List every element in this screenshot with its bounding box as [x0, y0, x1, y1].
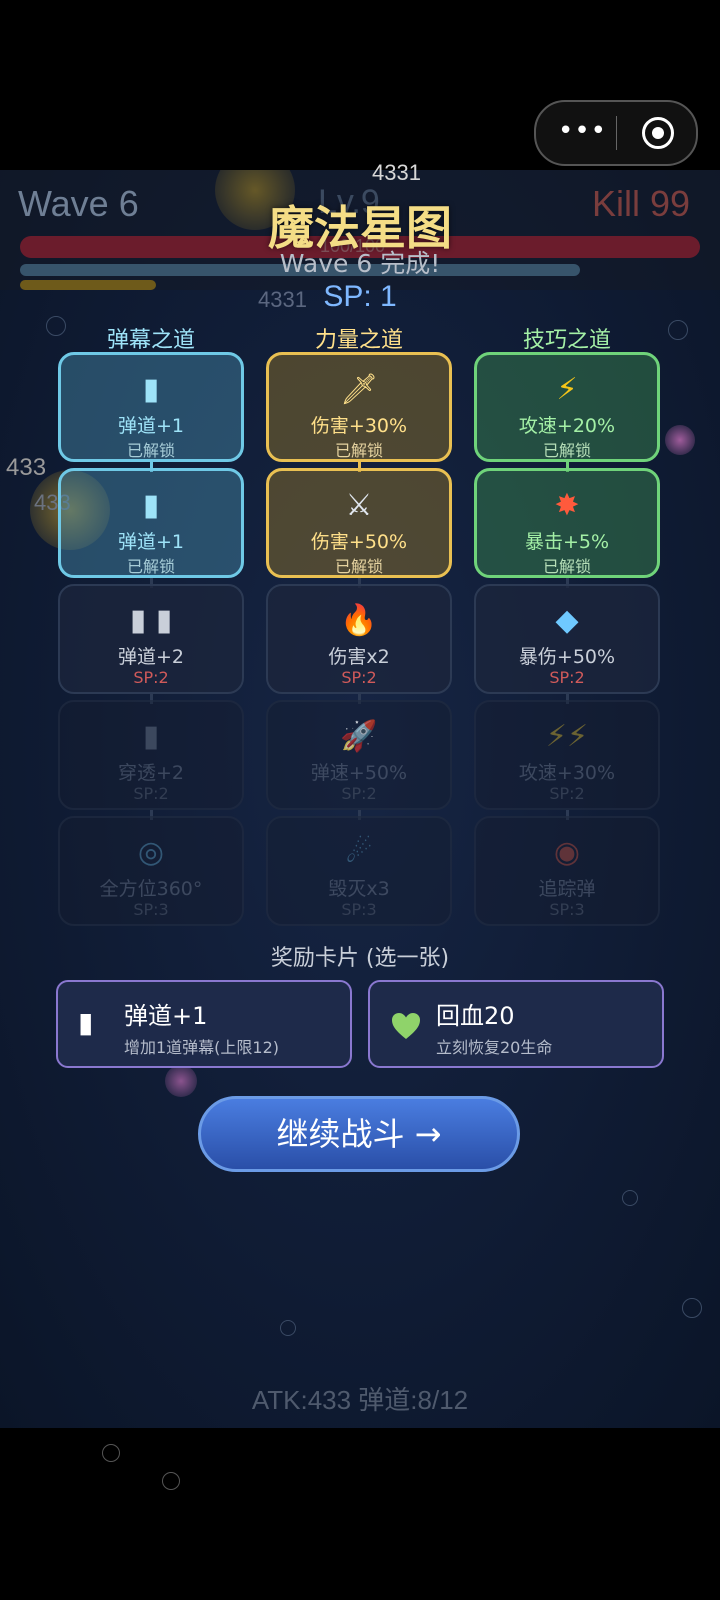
- more-icon[interactable]: •••: [558, 116, 607, 146]
- skill-cost: SP:3: [341, 900, 377, 919]
- skill-cost: SP:2: [341, 784, 377, 803]
- skill-card-skill-5: ◉ 追踪弹 SP:3: [474, 816, 660, 926]
- skill-name: 弹道+1: [117, 415, 184, 437]
- crossed-swords-icon: ⚔: [345, 488, 373, 523]
- background-ring: [682, 1298, 702, 1318]
- skill-cost: SP:2: [341, 668, 377, 687]
- skill-name: 弹道+2: [117, 646, 184, 668]
- skill-status: 已解锁: [334, 441, 383, 460]
- double-bullet-icon: ▮ ▮: [129, 603, 173, 638]
- skill-card-barrage-5: ◎ 全方位360° SP:3: [58, 816, 244, 926]
- skill-card-power-4: 🚀 弹速+50% SP:2: [266, 700, 452, 810]
- reward-card-heal[interactable]: 回血20 立刻恢复20生命: [368, 980, 664, 1068]
- skill-card-power-2[interactable]: ⚔ 伤害+50% 已解锁: [266, 468, 452, 578]
- reward-title: 弹道+1: [124, 1002, 208, 1030]
- skill-name: 毁灭x3: [328, 878, 390, 900]
- damage-number: 4331: [372, 160, 421, 185]
- background-ring: [162, 1472, 180, 1490]
- skill-name: 穿透+2: [117, 762, 184, 784]
- lightning-icon: ⚡: [556, 372, 578, 407]
- skill-cost: SP:2: [549, 784, 585, 803]
- cyclone-icon: ◎: [137, 835, 165, 870]
- background-ring: [280, 1320, 296, 1336]
- skill-name: 弹道+1: [117, 531, 184, 553]
- skill-name: 全方位360°: [99, 878, 203, 900]
- comet-icon: ☄: [345, 835, 373, 870]
- skill-name: 攻速+20%: [518, 415, 616, 437]
- background-ring: [622, 1190, 638, 1206]
- dagger-icon: 🗡: [339, 372, 379, 407]
- skill-cost: SP:3: [549, 900, 585, 919]
- skill-status: 已解锁: [334, 557, 383, 576]
- collision-icon: ✸: [554, 488, 580, 523]
- double-lightning-icon: ⚡⚡: [545, 719, 589, 754]
- skill-name: 暴伤+50%: [518, 646, 616, 668]
- reward-description: 立刻恢复20生命: [436, 1038, 553, 1057]
- background-ring: [102, 1444, 120, 1462]
- background-orb: [165, 1065, 197, 1097]
- damage-number: 433: [6, 454, 47, 481]
- column-header-power: 力量之道: [314, 328, 403, 353]
- diamond-icon: ◆: [555, 603, 579, 638]
- skill-card-barrage-1[interactable]: ▮ 弹道+1 已解锁: [58, 352, 244, 462]
- skill-name: 弹速+50%: [310, 762, 408, 784]
- skill-cost: SP:2: [133, 784, 169, 803]
- continue-battle-button[interactable]: 继续战斗 →: [198, 1096, 520, 1172]
- close-target-icon[interactable]: [642, 117, 674, 149]
- bullet-icon: ▮: [142, 372, 160, 407]
- skill-card-barrage-2[interactable]: ▮ 弹道+1 已解锁: [58, 468, 244, 578]
- rocket-icon: 🚀: [340, 719, 378, 754]
- skill-card-barrage-4: ▮ 穿透+2 SP:2: [58, 700, 244, 810]
- column-header-barrage: 弹幕之道: [106, 328, 195, 353]
- skill-name: 暴击+5%: [524, 531, 610, 553]
- skill-status: 已解锁: [542, 557, 591, 576]
- skill-card-power-3[interactable]: 🔥 伤害x2 SP:2: [266, 584, 452, 694]
- background-orb: [665, 425, 695, 455]
- skill-card-skill-1[interactable]: ⚡ 攻速+20% 已解锁: [474, 352, 660, 462]
- bullet-icon: ▮: [142, 719, 160, 754]
- skill-status: 已解锁: [542, 441, 591, 460]
- stats-footer: ATK:433 弹道:8/12: [251, 1385, 469, 1415]
- skill-name: 伤害x2: [328, 646, 390, 668]
- background-ring: [668, 320, 688, 340]
- skill-name: 伤害+30%: [310, 415, 408, 437]
- reward-description: 增加1道弹幕(上限12): [124, 1038, 280, 1057]
- skill-card-skill-2[interactable]: ✸ 暴击+5% 已解锁: [474, 468, 660, 578]
- skill-card-barrage-3[interactable]: ▮ ▮ 弹道+2 SP:2: [58, 584, 244, 694]
- bullet-icon: ▮: [78, 1006, 94, 1039]
- skill-status: 已解锁: [126, 557, 175, 576]
- column-header-skill: 技巧之道: [522, 328, 611, 353]
- skill-status: 已解锁: [126, 441, 175, 460]
- skill-points: SP: 1: [323, 280, 397, 313]
- skill-card-skill-4: ⚡⚡ 攻速+30% SP:2: [474, 700, 660, 810]
- reward-title: 回血20: [436, 1002, 515, 1030]
- skill-name: 伤害+50%: [310, 531, 408, 553]
- heart-icon: [392, 1013, 420, 1039]
- reward-card-bullet[interactable]: ▮ 弹道+1 增加1道弹幕(上限12): [56, 980, 352, 1068]
- capsule-divider: [616, 116, 617, 150]
- skill-cost: SP:3: [133, 900, 169, 919]
- skill-cost: SP:2: [549, 668, 585, 687]
- skill-name: 追踪弹: [538, 878, 596, 900]
- skill-name: 攻速+30%: [518, 762, 616, 784]
- skill-card-power-5: ☄ 毁灭x3 SP:3: [266, 816, 452, 926]
- wave-complete-subtitle: Wave 6 完成!: [279, 249, 441, 278]
- skill-card-skill-3[interactable]: ◆ 暴伤+50% SP:2: [474, 584, 660, 694]
- bullet-icon: ▮: [142, 488, 160, 523]
- miniprogram-capsule[interactable]: •••: [534, 100, 698, 166]
- skill-card-power-1[interactable]: 🗡 伤害+30% 已解锁: [266, 352, 452, 462]
- fire-icon: 🔥: [340, 603, 378, 638]
- skill-cost: SP:2: [133, 668, 169, 687]
- reward-section-title: 奖励卡片 (选一张): [270, 946, 450, 971]
- bullseye-icon: ◉: [553, 835, 581, 870]
